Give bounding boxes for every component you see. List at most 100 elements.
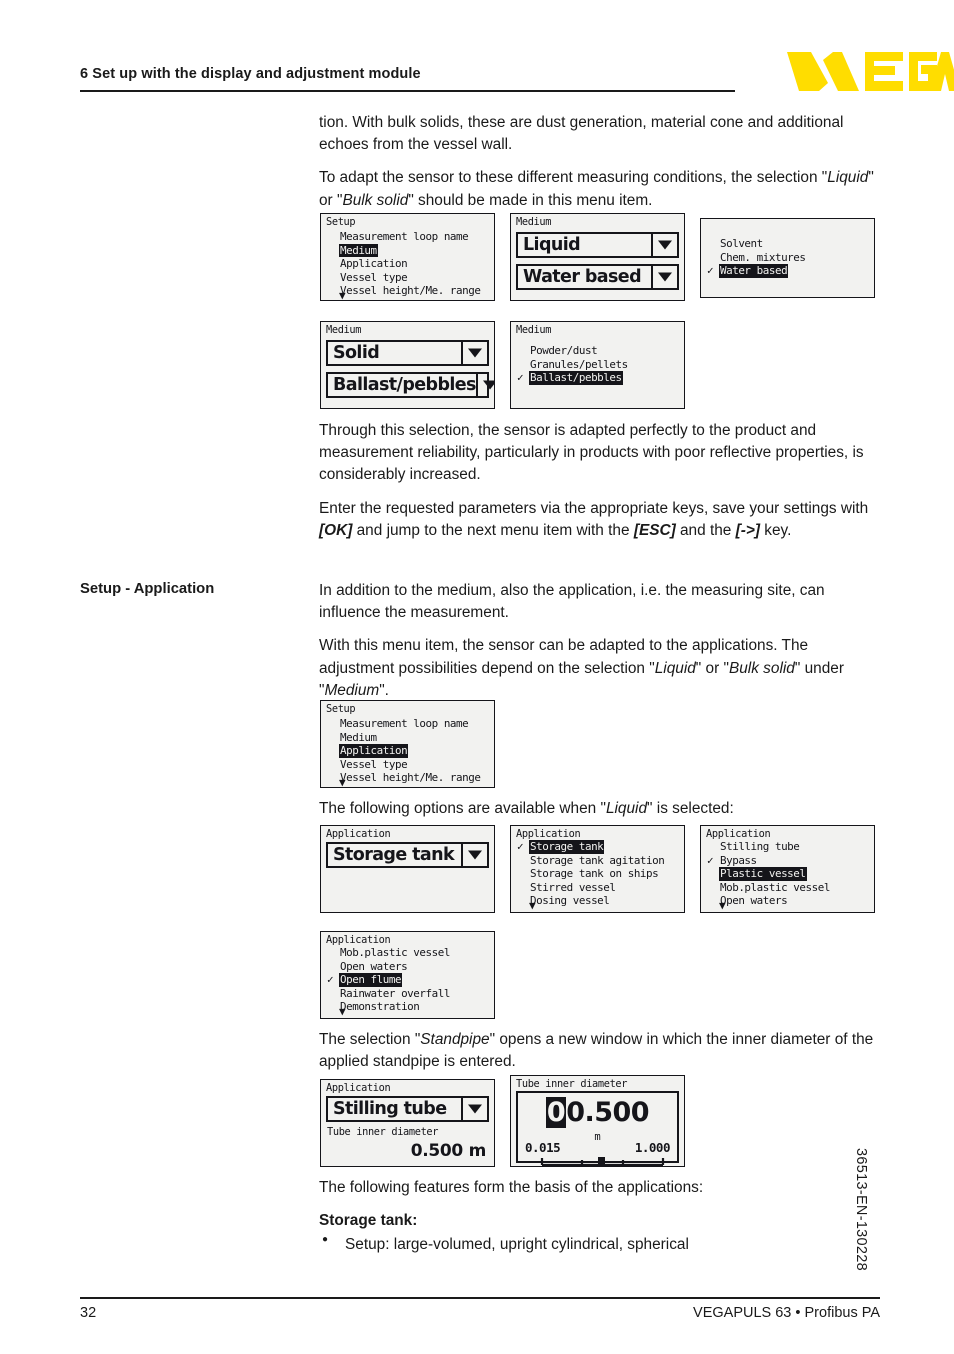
liquid-options-lead-in: The following options are available when… — [319, 798, 881, 820]
list-item[interactable]: ✓ Water based — [706, 264, 871, 278]
features-block: The following features form the basis of… — [319, 1177, 881, 1259]
lcd-menu-list[interactable]: Stilling tube ✓ Bypass Plastic vessel Mob… — [706, 840, 871, 908]
check-icon: ✓ — [707, 264, 714, 278]
medium-type-combo[interactable]: Liquid — [516, 232, 679, 258]
chevron-down-icon[interactable] — [461, 844, 487, 866]
p8-pre: The selection " — [319, 1031, 421, 1048]
lcd-title: Setup — [326, 703, 356, 715]
list-item[interactable]: Chem. mixtures — [706, 251, 871, 265]
list-item[interactable]: Demonstration — [326, 1000, 491, 1014]
medium-type-combo[interactable]: Solid — [326, 340, 489, 366]
list-item-label: Chem. mixtures — [720, 250, 806, 264]
list-item[interactable]: Medium — [326, 731, 491, 745]
list-item[interactable]: Stirred vessel — [516, 881, 681, 895]
list-item-label: Open waters — [720, 894, 788, 908]
application-combo[interactable]: Storage tank — [326, 842, 489, 868]
digit-cursor[interactable]: 0 — [545, 1097, 567, 1128]
list-item[interactable]: Dosing vessel — [516, 894, 681, 908]
list-item[interactable]: ✓ Storage tank — [516, 840, 681, 854]
lcd-medium-liquid[interactable]: Medium Liquid Water based — [510, 213, 685, 301]
list-item[interactable]: ✓ Bypass — [706, 854, 871, 868]
p2-post: " should be made in this menu item. — [408, 191, 653, 209]
chevron-down-icon[interactable] — [651, 234, 677, 256]
scroll-down-arrow-icon[interactable]: ▼ — [339, 777, 346, 787]
list-item[interactable]: Storage tank on ships — [516, 867, 681, 881]
list-item[interactable]: Open waters — [326, 960, 491, 974]
list-item[interactable]: Rainwater overfall — [326, 987, 491, 1001]
lcd-menu-list[interactable]: Mob.plastic vessel Open waters ✓ Open flu… — [326, 946, 491, 1014]
diameter-edit-box[interactable]: 00.500 m 0.015 1.000 — [516, 1091, 679, 1166]
list-item[interactable]: Mob.plastic vessel — [326, 946, 491, 960]
check-icon: ✓ — [327, 973, 334, 987]
list-item[interactable]: Medium — [326, 243, 491, 258]
list-item[interactable]: Vessel height/Me. range — [326, 284, 491, 298]
medium-subtype-combo[interactable]: Water based — [516, 264, 679, 290]
lcd-setup-medium[interactable]: Setup Measurement loop name Medium Appli… — [320, 213, 495, 301]
list-item-label: Open flume — [339, 973, 403, 987]
scroll-down-arrow-icon[interactable]: ▼ — [339, 290, 346, 300]
chevron-down-icon[interactable] — [651, 266, 677, 288]
list-item[interactable]: Vessel type — [326, 758, 491, 772]
standpipe-explanation: The selection "Standpipe" opens a new wi… — [319, 1029, 881, 1073]
lcd-setup-application[interactable]: Setup Measurement loop name Medium Appli… — [320, 700, 495, 788]
list-item[interactable]: Stilling tube — [706, 840, 871, 854]
list-item[interactable]: Plastic vessel — [706, 867, 871, 881]
list-item[interactable]: Granules/pellets — [516, 358, 681, 372]
list-item[interactable]: Powder/dust — [516, 344, 681, 358]
lcd-title: Application — [706, 828, 771, 840]
chevron-down-icon[interactable] — [461, 342, 487, 364]
list-item[interactable]: Open waters — [706, 894, 871, 908]
list-item-label: Solvent — [720, 237, 763, 250]
list-item[interactable]: Mob.plastic vessel — [706, 881, 871, 895]
paragraph-following-options: The following options are available when… — [319, 798, 881, 820]
list-item[interactable]: Storage tank agitation — [516, 854, 681, 868]
lcd-application-storage-tank[interactable]: Application Storage tank — [320, 825, 495, 913]
list-item[interactable]: Measurement loop name — [326, 230, 491, 244]
list-item-label: Stilling tube — [720, 840, 800, 853]
medium-subtype-combo[interactable]: Ballast/pebbles — [326, 372, 489, 398]
list-item[interactable]: ✓ Ballast/pebbles — [516, 371, 681, 385]
lcd-medium-solid[interactable]: Medium Solid Ballast/pebbles — [320, 321, 495, 409]
lcd-menu-list[interactable]: Solvent Chem. mixtures ✓ Water based — [706, 237, 871, 278]
storage-tank-heading: Storage tank: — [319, 1212, 418, 1230]
scroll-down-arrow-icon[interactable]: ▼ — [339, 1006, 346, 1017]
paragraph-standpipe: The selection "Standpipe" opens a new wi… — [319, 1029, 881, 1073]
page-header: 6 Set up with the display and adjustment… — [80, 52, 954, 100]
list-item[interactable]: Solvent — [706, 237, 871, 251]
list-item-label: Mob.plastic vessel — [720, 880, 830, 894]
scroll-down-arrow-icon[interactable]: ▼ — [529, 900, 536, 911]
check-icon: ✓ — [707, 853, 714, 867]
selection-explanation-block: Through this selection, the sensor is ad… — [319, 420, 881, 542]
list-item-label: Open waters — [340, 959, 408, 973]
header-divider — [80, 90, 735, 92]
scroll-down-arrow-icon[interactable]: ▼ — [719, 900, 726, 911]
lcd-menu-list[interactable]: Powder/dust Granules/pellets ✓ Ballast/pe… — [516, 344, 681, 385]
p2-italic-bulk-solid: Bulk solid — [342, 191, 409, 209]
list-item[interactable]: Application — [326, 744, 491, 758]
list-item[interactable]: ✓ Open flume — [326, 973, 491, 987]
list-item[interactable]: Vessel type — [326, 271, 491, 285]
diameter-digits[interactable]: 00.500 — [518, 1097, 677, 1128]
chevron-down-icon[interactable] — [475, 374, 494, 396]
p2-pre: To adapt the sensor to these different m… — [319, 169, 828, 187]
list-item-label: Storage tank on ships — [530, 867, 659, 881]
list-item-label: Measurement loop name — [340, 717, 469, 730]
lcd-menu-list[interactable]: Measurement loop name Medium Application… — [326, 717, 491, 785]
p6-post: ". — [379, 681, 389, 699]
lcd-application-options-2[interactable]: Application Stilling tube ✓ Bypass Plasti… — [700, 825, 875, 913]
lcd-medium-solid-options[interactable]: Medium Powder/dust Granules/pellets ✓ Bal… — [510, 321, 685, 409]
paragraph-continuation: tion. With bulk solids, these are dust g… — [319, 114, 844, 154]
chevron-down-icon[interactable] — [461, 1098, 487, 1120]
lcd-application-options-3[interactable]: Application Mob.plastic vessel Open wate… — [320, 931, 495, 1019]
lcd-menu-list[interactable]: Measurement loop name Medium Application… — [326, 230, 491, 298]
application-combo[interactable]: Stilling tube — [326, 1096, 489, 1122]
lcd-menu-list[interactable]: ✓ Storage tank Storage tank agitation Sto… — [516, 840, 681, 908]
lcd-application-stilling-tube[interactable]: Application Stilling tube Tube inner dia… — [320, 1079, 495, 1167]
list-item[interactable]: Measurement loop name — [326, 717, 491, 731]
lcd-title: Application — [326, 1082, 391, 1094]
list-item[interactable]: Vessel height/Me. range — [326, 771, 491, 785]
lcd-medium-liquid-options[interactable]: Solvent Chem. mixtures ✓ Water based — [700, 218, 875, 298]
lcd-application-options-1[interactable]: Application ✓ Storage tank Storage tank a… — [510, 825, 685, 913]
lcd-tube-inner-diameter[interactable]: Tube inner diameter 00.500 m 0.015 1.000 — [510, 1075, 685, 1167]
list-item[interactable]: Application — [326, 257, 491, 271]
